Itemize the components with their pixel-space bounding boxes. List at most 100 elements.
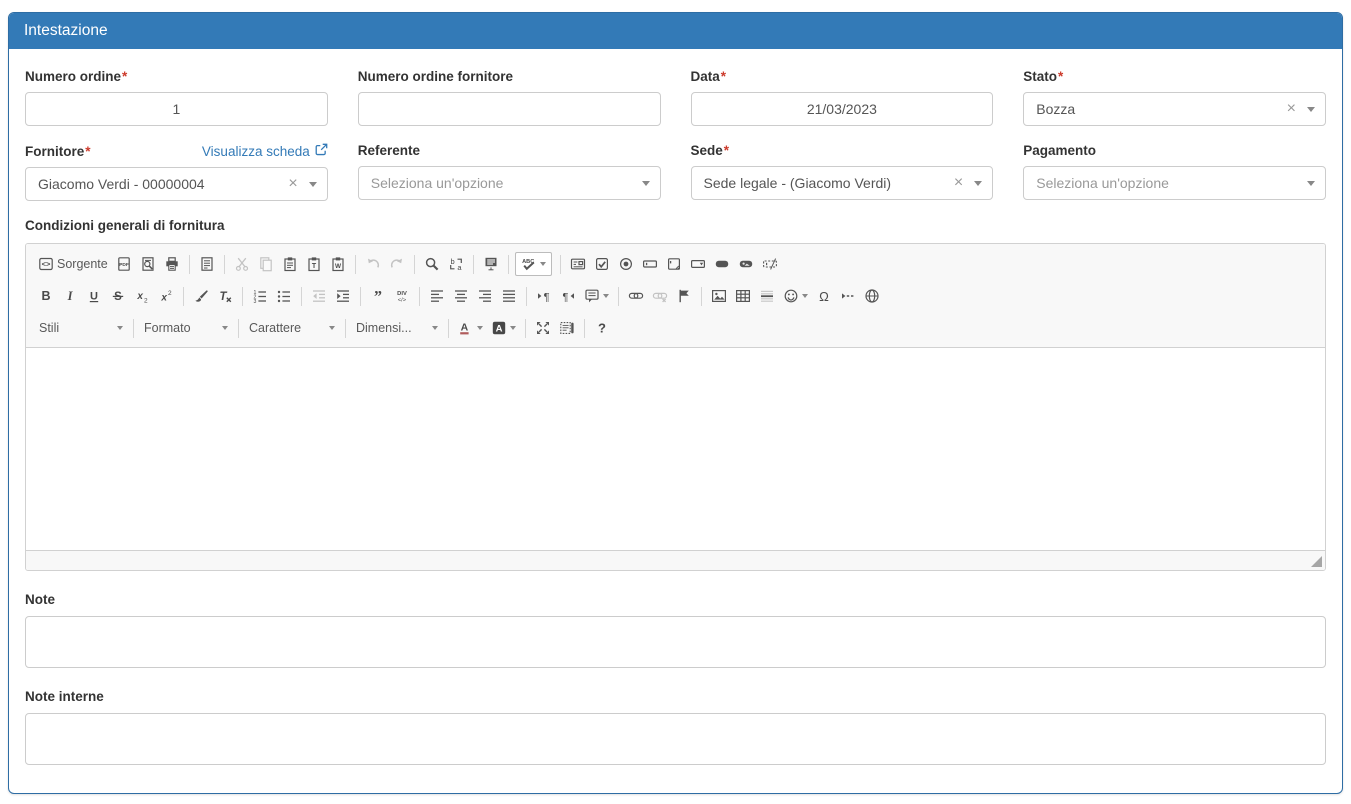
bidi-rtl-button[interactable]: ¶ [557,285,579,307]
hidden-field-button[interactable] [759,253,781,275]
form-button-button[interactable] [711,253,733,275]
smiley-button[interactable] [780,285,811,307]
stato-select[interactable]: Bozza × [1023,92,1326,126]
align-left-button[interactable] [426,285,448,307]
text-color-button[interactable]: A [455,317,486,339]
size-combo[interactable]: Dimensi... [351,316,443,340]
numbered-list-button[interactable]: 123 [249,285,271,307]
bidi-ltr-button[interactable]: ¶ [533,285,555,307]
paste-word-button[interactable]: W [327,253,349,275]
templates-button[interactable] [196,253,218,275]
fornitore-select[interactable]: Giacomo Verdi - 00000004 × [25,167,328,201]
spell-check-button[interactable]: ABC [515,252,552,276]
pagamento-label: Pagamento [1023,143,1096,158]
language-button[interactable] [581,285,612,307]
special-char-button[interactable]: Ω [813,285,835,307]
form-button[interactable] [567,253,589,275]
table-button[interactable] [732,285,754,307]
radio-button-icon [618,256,634,272]
format-combo-label: Formato [144,321,191,335]
text-field-icon [642,256,658,272]
italic-button[interactable]: I [59,285,81,307]
replace-button[interactable]: ba [445,253,467,275]
export-pdf-icon: PDF [116,256,132,272]
anchor-button[interactable] [673,285,695,307]
data-input[interactable] [691,92,994,126]
align-right-icon [477,288,493,304]
iframe-button[interactable] [861,285,883,307]
pagamento-select[interactable]: Seleziona un'opzione [1023,166,1326,200]
chevron-down-icon [642,181,650,186]
checkbox-button[interactable] [591,253,613,275]
select-all-button[interactable] [480,253,502,275]
underline-button[interactable]: U [83,285,105,307]
clear-icon[interactable]: × [1287,101,1296,117]
svg-text:S: S [114,291,122,303]
radio-button-button[interactable] [615,253,637,275]
bg-color-button[interactable]: A [488,317,519,339]
visualizza-scheda-label: Visualizza scheda [202,144,310,159]
superscript-button[interactable]: x2 [155,285,177,307]
editor-content-area[interactable] [26,348,1325,550]
textarea-field-button[interactable] [663,253,685,275]
font-combo[interactable]: Carattere [244,316,340,340]
strikethrough-button[interactable]: S [107,285,129,307]
note-interne-textarea[interactable] [25,713,1326,765]
remove-format-button[interactable]: T [214,285,236,307]
styles-combo[interactable]: Stili [34,316,128,340]
export-pdf-button[interactable]: PDF [113,253,135,275]
form-row-2: Fornitore* Visualizza scheda Giacomo Ver… [25,143,1326,201]
svg-text:b: b [450,257,454,266]
note-textarea[interactable] [25,616,1326,668]
source-button[interactable]: <>Sorgente [35,253,111,275]
maximize-button[interactable] [532,317,554,339]
horizontal-rule-button[interactable] [756,285,778,307]
numero-ordine-fornitore-input[interactable] [358,92,661,126]
numero-ordine-input[interactable] [25,92,328,126]
print-button[interactable] [161,253,183,275]
visualizza-scheda-link[interactable]: Visualizza scheda [202,143,328,159]
toolbar-separator [301,287,302,306]
subscript-button[interactable]: x2 [131,285,153,307]
bulleted-list-button[interactable] [273,285,295,307]
paste-button[interactable] [279,253,301,275]
clear-icon[interactable]: × [954,175,963,191]
find-button[interactable] [421,253,443,275]
align-justify-button[interactable] [498,285,520,307]
text-field-button[interactable] [639,253,661,275]
source-label: Sorgente [57,257,108,271]
svg-text:</>: </> [398,298,407,304]
svg-text:PDF: PDF [119,262,129,268]
note-label: Note [25,592,1326,607]
page-break-button[interactable] [837,285,859,307]
align-right-button[interactable] [474,285,496,307]
referente-select[interactable]: Seleziona un'opzione [358,166,661,200]
align-center-button[interactable] [450,285,472,307]
sede-select[interactable]: Sede legale - (Giacomo Verdi) × [691,166,994,200]
resize-handle-icon[interactable] [1311,556,1322,567]
page-break-icon [840,288,856,304]
select-field-button[interactable] [687,253,709,275]
size-combo-label: Dimensi... [356,321,412,335]
show-blocks-button[interactable] [556,317,578,339]
div-container-button[interactable]: DIV</> [391,285,413,307]
link-button[interactable] [625,285,647,307]
copy-formatting-icon [193,288,209,304]
required-asterisk: * [85,144,90,159]
format-combo[interactable]: Formato [139,316,233,340]
find-icon [424,256,440,272]
condizioni-generali-label: Condizioni generali di fornitura [25,218,1326,233]
copy-formatting-button[interactable] [190,285,212,307]
copy-button [255,253,277,275]
about-button[interactable]: ? [591,317,613,339]
paste-text-button[interactable]: T [303,253,325,275]
bold-button[interactable]: B [35,285,57,307]
indent-button[interactable] [332,285,354,307]
source-icon: <> [38,256,54,272]
blockquote-button[interactable]: ” [367,285,389,307]
preview-button[interactable] [137,253,159,275]
image-button[interactable] [708,285,730,307]
svg-text:”: ” [374,289,382,305]
image-button-button[interactable] [735,253,757,275]
clear-icon[interactable]: × [288,176,297,192]
